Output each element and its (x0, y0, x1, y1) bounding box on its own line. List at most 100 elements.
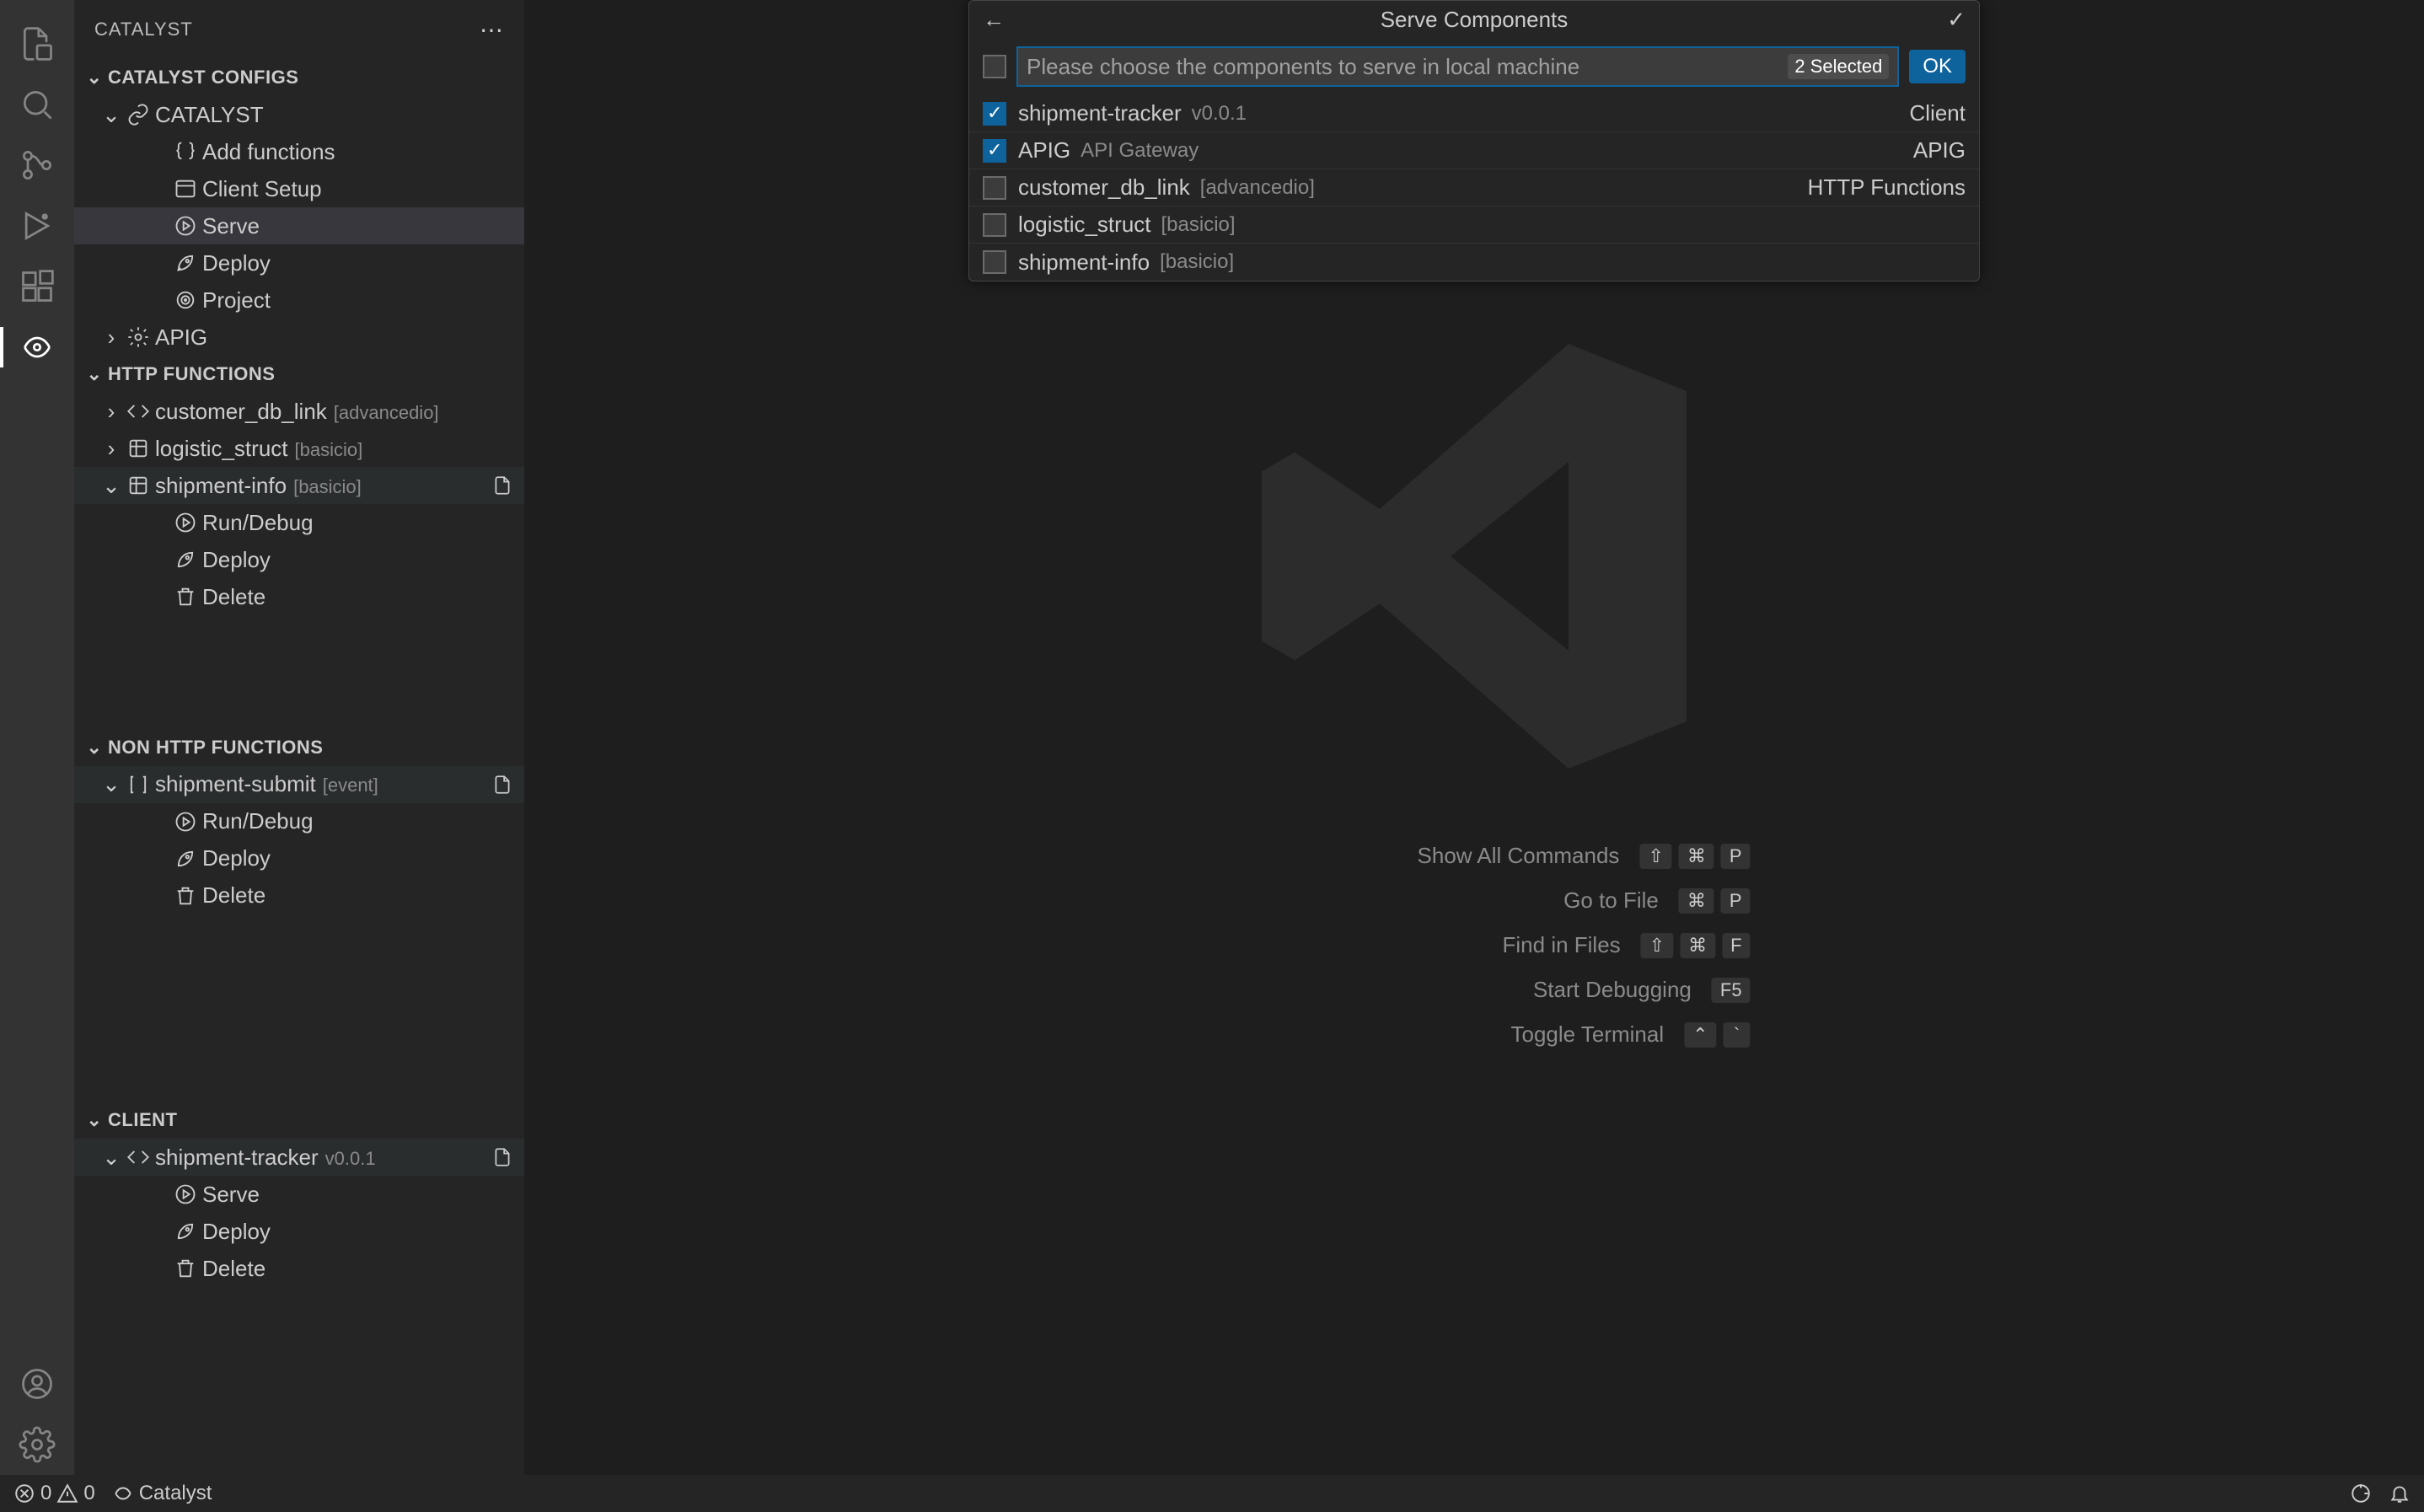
keycap: P (1721, 844, 1751, 869)
tree-label: Delete (202, 1256, 516, 1282)
item-desc: [advancedio] (1200, 176, 1315, 200)
section-header-nonhttp[interactable]: ⌄ NON HTTP FUNCTIONS (74, 729, 524, 766)
watermark-label: Toggle Terminal (1242, 1021, 1664, 1048)
section-header-configs[interactable]: ⌄ CATALYST CONFIGS (74, 59, 524, 96)
explorer-icon[interactable] (17, 24, 57, 64)
error-count: 0 (40, 1482, 51, 1505)
tree-item-run-debug[interactable]: · Run/Debug (74, 504, 524, 541)
accounts-icon[interactable] (17, 1364, 57, 1404)
tree-item-delete[interactable]: · Delete (74, 877, 524, 914)
item-right: HTTP Functions (1808, 174, 1965, 201)
section-client: ⌄ CLIENT ⌄ shipment-trackerv0.0.1 · Serv… (74, 1102, 524, 1475)
sidebar-title-bar: CATALYST ⋯ (74, 0, 524, 59)
tree-item-apig[interactable]: › APIG (74, 319, 524, 356)
tree-label: logistic_struct[basicio] (155, 436, 516, 462)
quick-input-field[interactable] (1027, 54, 1781, 80)
tree-item-deploy[interactable]: · Deploy (74, 541, 524, 578)
tree-item-deploy[interactable]: · Deploy (74, 840, 524, 877)
tree-label: Delete (202, 882, 516, 909)
tree-label: shipment-submit[event] (155, 771, 489, 797)
quick-input-item[interactable]: shipment-trackerv0.0.1Client (969, 95, 1979, 132)
item-checkbox[interactable] (983, 139, 1006, 163)
search-icon[interactable] (17, 84, 57, 125)
quick-input-item[interactable]: APIGAPI GatewayAPIG (969, 132, 1979, 169)
tree-item-serve[interactable]: · Serve (74, 207, 524, 244)
item-checkbox[interactable] (983, 176, 1006, 200)
item-name: shipment-info (1018, 249, 1150, 276)
warning-count: 0 (83, 1482, 94, 1505)
keycap: ⇧ (1639, 844, 1671, 869)
settings-gear-icon[interactable] (17, 1424, 57, 1465)
select-all-checkbox[interactable] (983, 55, 1006, 78)
status-bell-icon[interactable] (2389, 1483, 2411, 1504)
new-file-icon[interactable] (489, 1146, 516, 1168)
tree-item-shipment-tracker[interactable]: ⌄ shipment-trackerv0.0.1 (74, 1139, 524, 1176)
section-header-http[interactable]: ⌄ HTTP FUNCTIONS (74, 356, 524, 393)
tree-item-deploy[interactable]: · Deploy (74, 1213, 524, 1250)
tree-item-customer-db-link[interactable]: › customer_db_link[advancedio] (74, 393, 524, 430)
confirm-check-icon[interactable]: ✓ (1947, 7, 1965, 33)
chevron-down-icon: ⌄ (98, 1145, 125, 1171)
quick-input-item[interactable]: customer_db_link [advancedio] HTTP Functio… (969, 169, 1979, 206)
tree-label: Deploy (202, 250, 516, 276)
watermark-row: Start Debugging F5 (1198, 977, 1750, 1003)
catalyst-icon[interactable] (17, 327, 57, 367)
section-non-http-functions: ⌄ NON HTTP FUNCTIONS ⌄ shipment-submit[e… (74, 729, 524, 1102)
tree-label: Deploy (202, 845, 516, 871)
extensions-icon[interactable] (17, 266, 57, 307)
quick-input-item[interactable]: logistic_struct[basicio] (969, 206, 1979, 244)
vscode-watermark-logo (1238, 320, 1710, 798)
target-icon (172, 288, 199, 312)
watermark-label: Show All Commands (1198, 843, 1619, 869)
watermark-label: Find in Files (1199, 932, 1621, 958)
item-checkbox[interactable] (983, 213, 1006, 237)
tree-item-serve[interactable]: · Serve (74, 1176, 524, 1213)
tree-item-project[interactable]: · Project (74, 281, 524, 319)
watermark-keys: F5 (1712, 978, 1751, 1003)
tree-item-shipment-submit[interactable]: ⌄ shipment-submit[event] (74, 766, 524, 803)
item-desc: [basicio] (1160, 250, 1234, 274)
more-actions-icon[interactable]: ⋯ (480, 16, 504, 44)
tree-label: Serve (202, 1182, 516, 1208)
tree-item-catalyst[interactable]: ⌄ CATALYST (74, 96, 524, 133)
item-checkbox[interactable] (983, 250, 1006, 274)
watermark-label: Go to File (1237, 887, 1659, 914)
item-desc: v0.0.1 (1192, 102, 1247, 126)
status-catalyst[interactable]: Catalyst (112, 1482, 212, 1505)
new-file-icon[interactable] (489, 475, 516, 496)
module-icon (125, 437, 152, 460)
chevron-down-icon: ⌄ (81, 363, 108, 385)
ok-button[interactable]: OK (1909, 50, 1965, 83)
status-feedback-icon[interactable] (2350, 1483, 2372, 1504)
tree-item-deploy[interactable]: · Deploy (74, 244, 524, 281)
item-checkbox[interactable] (983, 102, 1006, 126)
chevron-down-icon: ⌄ (98, 771, 125, 797)
module-icon (125, 474, 152, 497)
status-bar: 0 0 Catalyst (0, 1475, 2424, 1512)
item-name: customer_db_link (1018, 174, 1190, 201)
tree-label: CATALYST (155, 102, 516, 128)
watermark-label: Start Debugging (1270, 977, 1692, 1003)
tree-item-client-setup[interactable]: · Client Setup (74, 170, 524, 207)
source-control-icon[interactable] (17, 145, 57, 185)
item-right: Client (1910, 100, 1965, 126)
tree-item-run-debug[interactable]: · Run/Debug (74, 803, 524, 840)
chevron-down-icon: ⌄ (81, 737, 108, 759)
sidebar-title: CATALYST (94, 19, 193, 40)
tree-item-logistic-struct[interactable]: › logistic_struct[basicio] (74, 430, 524, 467)
status-problems[interactable]: 0 0 (13, 1482, 95, 1505)
run-debug-icon[interactable] (17, 206, 57, 246)
section-header-client[interactable]: ⌄ CLIENT (74, 1102, 524, 1139)
tree-item-add-functions[interactable]: · Add functions (74, 133, 524, 170)
window-icon (172, 177, 199, 201)
quick-input-item[interactable]: shipment-info [basicio] (969, 244, 1979, 281)
selected-count-badge: 2 Selected (1788, 54, 1889, 79)
new-file-icon[interactable] (489, 774, 516, 796)
keycap: F (1722, 933, 1750, 958)
section-title: NON HTTP FUNCTIONS (108, 737, 323, 759)
tree-item-delete[interactable]: · Delete (74, 578, 524, 615)
tree-item-shipment-info[interactable]: ⌄ shipment-info[basicio] (74, 467, 524, 504)
tree-item-delete[interactable]: · Delete (74, 1250, 524, 1287)
chevron-right-icon: › (98, 436, 125, 462)
back-arrow-icon[interactable]: ← (983, 7, 1005, 33)
